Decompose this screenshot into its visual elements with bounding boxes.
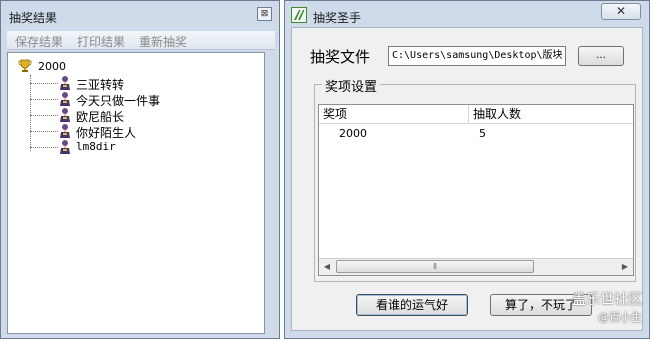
- prize-cell: 2000: [339, 127, 367, 140]
- watermark: 盖乐世社区 @百小生: [572, 289, 642, 325]
- redraw-button[interactable]: 重新抽奖: [139, 33, 187, 50]
- tree-connector: [30, 75, 31, 151]
- column-header-count[interactable]: 抽取人数: [469, 105, 633, 123]
- browse-button[interactable]: ...: [578, 46, 624, 66]
- group-title: 奖项设置: [322, 76, 381, 95]
- scroll-left-icon[interactable]: ◀: [319, 259, 335, 274]
- horizontal-scrollbar[interactable]: ◀ ⦀ ▶: [319, 258, 633, 275]
- tree-root-label[interactable]: 2000: [38, 60, 66, 73]
- user-icon: [60, 92, 70, 106]
- winner-name: 今天只做一件事: [76, 94, 161, 108]
- print-results-button[interactable]: 打印结果: [77, 33, 125, 50]
- table-header: 奖项 抽取人数: [319, 105, 633, 124]
- user-icon: [60, 124, 70, 138]
- results-toolbar: 保存结果 打印结果 重新抽奖: [7, 31, 275, 50]
- draw-lottery-button[interactable]: 看谁的运气好: [356, 294, 468, 316]
- watermark-author: @百小生: [598, 311, 642, 324]
- table-row[interactable]: 2000 5: [319, 125, 633, 143]
- lottery-window-title: 抽奖圣手: [313, 11, 362, 25]
- prize-table[interactable]: 奖项 抽取人数 2000 5 ◀ ⦀ ▶: [318, 104, 634, 276]
- winner-name: lm8dir: [76, 140, 116, 153]
- file-label: 抽奖文件: [310, 48, 371, 66]
- scroll-thumb[interactable]: ⦀: [336, 260, 534, 273]
- close-icon[interactable]: ✕: [601, 3, 641, 20]
- app-logo-icon: [291, 7, 307, 23]
- results-tree[interactable]: 2000 三亚转转 今天只做一件事 欧尼船长 你好陌生人 lm8dir: [7, 52, 265, 334]
- column-header-prize[interactable]: 奖项: [319, 105, 469, 123]
- winner-name: 你好陌生人: [76, 126, 137, 140]
- winner-name: 欧尼船长: [76, 110, 125, 124]
- user-icon: [60, 140, 70, 154]
- scroll-right-icon[interactable]: ▶: [617, 259, 633, 274]
- save-results-button[interactable]: 保存结果: [15, 33, 63, 50]
- count-cell: 5: [479, 127, 486, 140]
- lottery-client-area: 抽奖文件 C:\Users\samsung\Desktop\版块 ... 奖项设…: [291, 27, 643, 331]
- user-icon: [60, 108, 70, 122]
- watermark-site: 盖乐世社区: [572, 292, 642, 308]
- close-icon[interactable]: ⊠: [257, 7, 272, 21]
- trophy-icon: [18, 59, 32, 72]
- results-window-title: 抽奖结果: [9, 11, 58, 25]
- file-path-field[interactable]: C:\Users\samsung\Desktop\版块: [388, 46, 566, 66]
- winner-name: 三亚转转: [76, 78, 125, 92]
- results-window: 抽奖结果 ⊠ 保存结果 打印结果 重新抽奖 2000 三亚转转 今天只做一件事 …: [0, 0, 280, 339]
- user-icon: [60, 76, 70, 90]
